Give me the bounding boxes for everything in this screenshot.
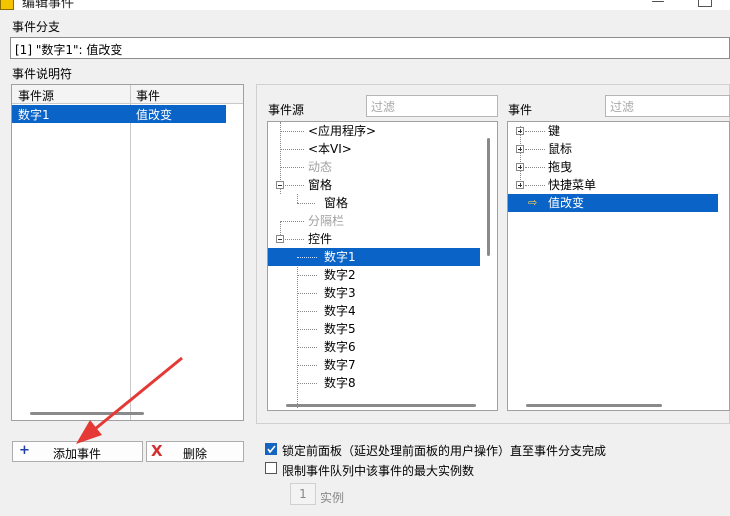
- tree-item-pane[interactable]: 窗格: [324, 194, 348, 212]
- tree-line: [520, 126, 521, 186]
- expand-toggle[interactable]: [516, 145, 524, 153]
- arrow-icon: ⇨: [528, 196, 538, 209]
- events-label: 事件: [508, 103, 533, 117]
- tree-item-app[interactable]: <应用程序>: [308, 122, 376, 140]
- events-tree[interactable]: 键 鼠标 拖曳 快捷菜单 ⇨ 值改变: [507, 121, 730, 411]
- lock-front-panel-label: 锁定前面板（延迟处理前面板的用户操作）直至事件分支完成: [282, 444, 607, 458]
- tree-item-dynamic: 动态: [308, 160, 333, 174]
- tree-line: [280, 131, 304, 132]
- plus-icon: +: [19, 443, 30, 458]
- tree-line: [280, 221, 304, 222]
- tree-line: [297, 203, 315, 204]
- tree-line: [280, 167, 304, 168]
- column-header-event: 事件: [136, 89, 161, 103]
- table-header: 事件源 事件: [12, 85, 243, 104]
- event-specifiers-label: 事件说明符: [12, 67, 73, 81]
- tree-line: [297, 347, 317, 348]
- event-item-drag[interactable]: 拖曳: [548, 158, 572, 176]
- tree-line: [525, 131, 545, 132]
- tree-line: [297, 275, 317, 276]
- close-button[interactable]: [698, 0, 712, 7]
- tree-line: [525, 149, 545, 150]
- title-bar: 编辑事件 —: [0, 0, 730, 10]
- table-row[interactable]: 数字1 值改变: [12, 105, 226, 123]
- event-item-selected-highlight: [508, 194, 718, 212]
- tree-item-numeric-4[interactable]: 数字4: [324, 302, 356, 320]
- instances-input[interactable]: 1: [290, 483, 316, 505]
- tree-line: [285, 185, 304, 186]
- expand-toggle[interactable]: [516, 163, 524, 171]
- event-sources-filter-input[interactable]: 过滤: [366, 95, 498, 117]
- expand-toggle[interactable]: [516, 181, 524, 189]
- check-icon: [267, 445, 276, 454]
- horizontal-scrollbar[interactable]: [286, 404, 476, 407]
- tree-line: [297, 257, 317, 258]
- tree-line: [297, 194, 298, 203]
- arrow-head: [76, 420, 102, 444]
- event-case-field[interactable]: [1] "数字1": 值改变: [10, 37, 730, 59]
- minimize-button[interactable]: —: [650, 0, 666, 9]
- annotation-arrow-icon: [76, 356, 183, 444]
- tree-line: [297, 293, 317, 294]
- horizontal-scrollbar[interactable]: [526, 404, 662, 407]
- filter-placeholder: 过滤: [610, 100, 635, 114]
- limit-queue-label: 限制事件队列中该事件的最大实例数: [282, 464, 475, 478]
- row-source: 数字1: [18, 108, 50, 122]
- tree-line: [280, 149, 304, 150]
- tree-item-numeric-8[interactable]: 数字8: [324, 374, 356, 392]
- collapse-toggle[interactable]: [276, 181, 284, 189]
- filter-placeholder: 过滤: [371, 100, 396, 114]
- event-item-value-change[interactable]: 值改变: [548, 194, 584, 212]
- row-event: 值改变: [136, 108, 173, 122]
- tree-line: [297, 365, 317, 366]
- tree-item-numeric-2[interactable]: 数字2: [324, 266, 356, 284]
- event-sources-tree[interactable]: <应用程序> <本VI> 动态 窗格 窗格 分隔栏 控件 数字1 数字2 数字3…: [267, 121, 498, 411]
- tree-item-panes[interactable]: 窗格: [308, 176, 332, 194]
- event-case-value: [1] "数字1": 值改变: [15, 43, 123, 57]
- tree-line: [297, 383, 317, 384]
- tree-item-this-vi[interactable]: <本VI>: [308, 140, 352, 158]
- tree-line: [525, 185, 545, 186]
- event-item-shortcut-menu[interactable]: 快捷菜单: [548, 176, 596, 194]
- tree-item-splitters: 分隔栏: [308, 214, 345, 228]
- tree-item-numeric-6[interactable]: 数字6: [324, 338, 356, 356]
- tree-item-numeric-7[interactable]: 数字7: [324, 356, 356, 374]
- collapse-toggle[interactable]: [276, 235, 284, 243]
- tree-line: [280, 221, 281, 235]
- tree-line: [525, 167, 545, 168]
- tree-item-controls[interactable]: 控件: [308, 230, 332, 248]
- event-sources-label: 事件源: [268, 103, 305, 117]
- expand-toggle[interactable]: [516, 127, 524, 135]
- lock-front-panel-checkbox[interactable]: [265, 443, 277, 455]
- app-icon: [0, 0, 14, 10]
- column-header-source: 事件源: [18, 89, 55, 103]
- arrow-shaft: [83, 356, 183, 440]
- tree-line: [297, 248, 298, 408]
- tree-line: [285, 239, 304, 240]
- vertical-scrollbar[interactable]: [487, 138, 490, 256]
- tree-item-numeric-3[interactable]: 数字3: [324, 284, 356, 302]
- event-case-label: 事件分支: [12, 20, 61, 34]
- instances-unit-label: 实例: [320, 491, 345, 505]
- event-item-key[interactable]: 键: [548, 122, 560, 140]
- event-item-mouse[interactable]: 鼠标: [548, 140, 572, 158]
- tree-item-numeric-1[interactable]: 数字1: [324, 248, 356, 266]
- tree-line: [297, 329, 317, 330]
- tree-line: [297, 311, 317, 312]
- events-filter-input[interactable]: 过滤: [605, 95, 730, 117]
- window-title: 编辑事件: [22, 0, 75, 10]
- tree-item-numeric-5[interactable]: 数字5: [324, 320, 356, 338]
- limit-queue-checkbox[interactable]: [265, 462, 277, 474]
